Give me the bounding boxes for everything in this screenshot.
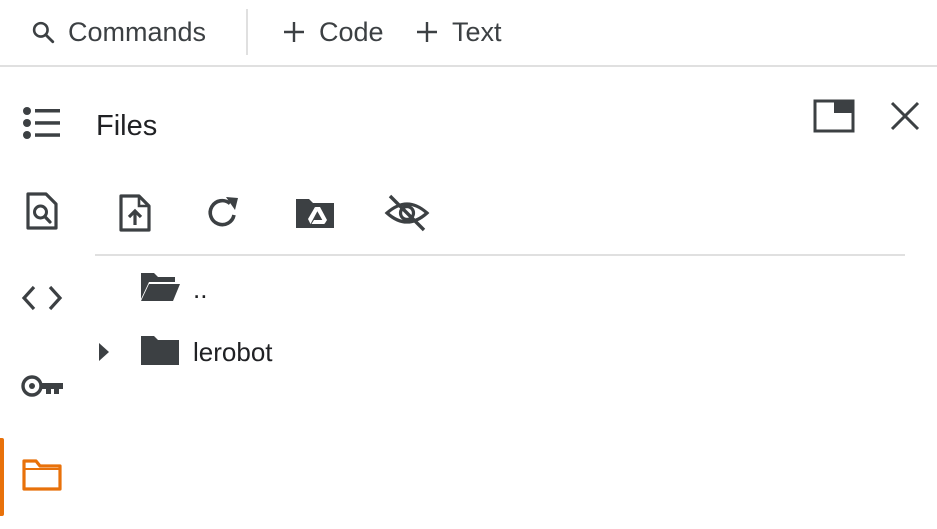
rail-files[interactable] [0,445,84,509]
drive-folder-icon [294,196,336,235]
refresh-button[interactable] [193,190,253,240]
open-in-new-tab-icon [813,99,855,138]
rail-find-in-page[interactable] [0,181,84,245]
tree-row-parent[interactable]: .. [95,263,905,315]
key-icon [20,372,64,405]
text-label: Text [452,16,502,47]
close-icon [889,100,921,137]
add-code-button[interactable]: Code [283,8,384,56]
rail-secrets[interactable] [0,356,84,420]
rail-code-snippets[interactable] [0,268,84,332]
plus-icon [416,21,438,43]
folder-open-icon [139,271,181,308]
tree-item-label: lerobot [193,336,273,367]
close-panel-button[interactable] [880,94,930,142]
expand-arrow-icon[interactable] [95,342,139,362]
tree-row-lerobot[interactable]: lerobot [95,326,905,378]
code-label: Code [319,16,384,47]
folder-outline-icon [21,458,63,497]
toolbar-divider [246,9,248,55]
folder-icon [139,333,181,372]
commands-label: Commands [68,16,207,47]
commands-button[interactable]: Commands [30,8,206,56]
list-bulleted-icon [22,106,62,145]
mount-drive-button[interactable] [285,190,345,240]
search-icon [30,19,56,45]
eye-off-icon [384,193,430,238]
refresh-icon [205,195,241,236]
plus-icon [283,21,305,43]
files-toolbar-divider [95,254,905,256]
open-in-tab-button[interactable] [808,96,860,140]
toggle-hidden-files-button[interactable] [377,190,437,240]
colab-files-sidebar: Commands Code Text Files .. lerobot [0,0,937,529]
panel-title: Files [96,110,158,142]
rail-table-of-contents[interactable] [0,93,84,157]
upload-file-button[interactable] [105,190,165,240]
top-toolbar: Commands Code Text [0,0,937,67]
tree-item-label: .. [193,273,208,304]
file-upload-icon [118,193,152,238]
code-brackets-icon [21,285,63,316]
add-text-button[interactable]: Text [416,8,502,56]
find-in-page-icon [25,191,59,236]
